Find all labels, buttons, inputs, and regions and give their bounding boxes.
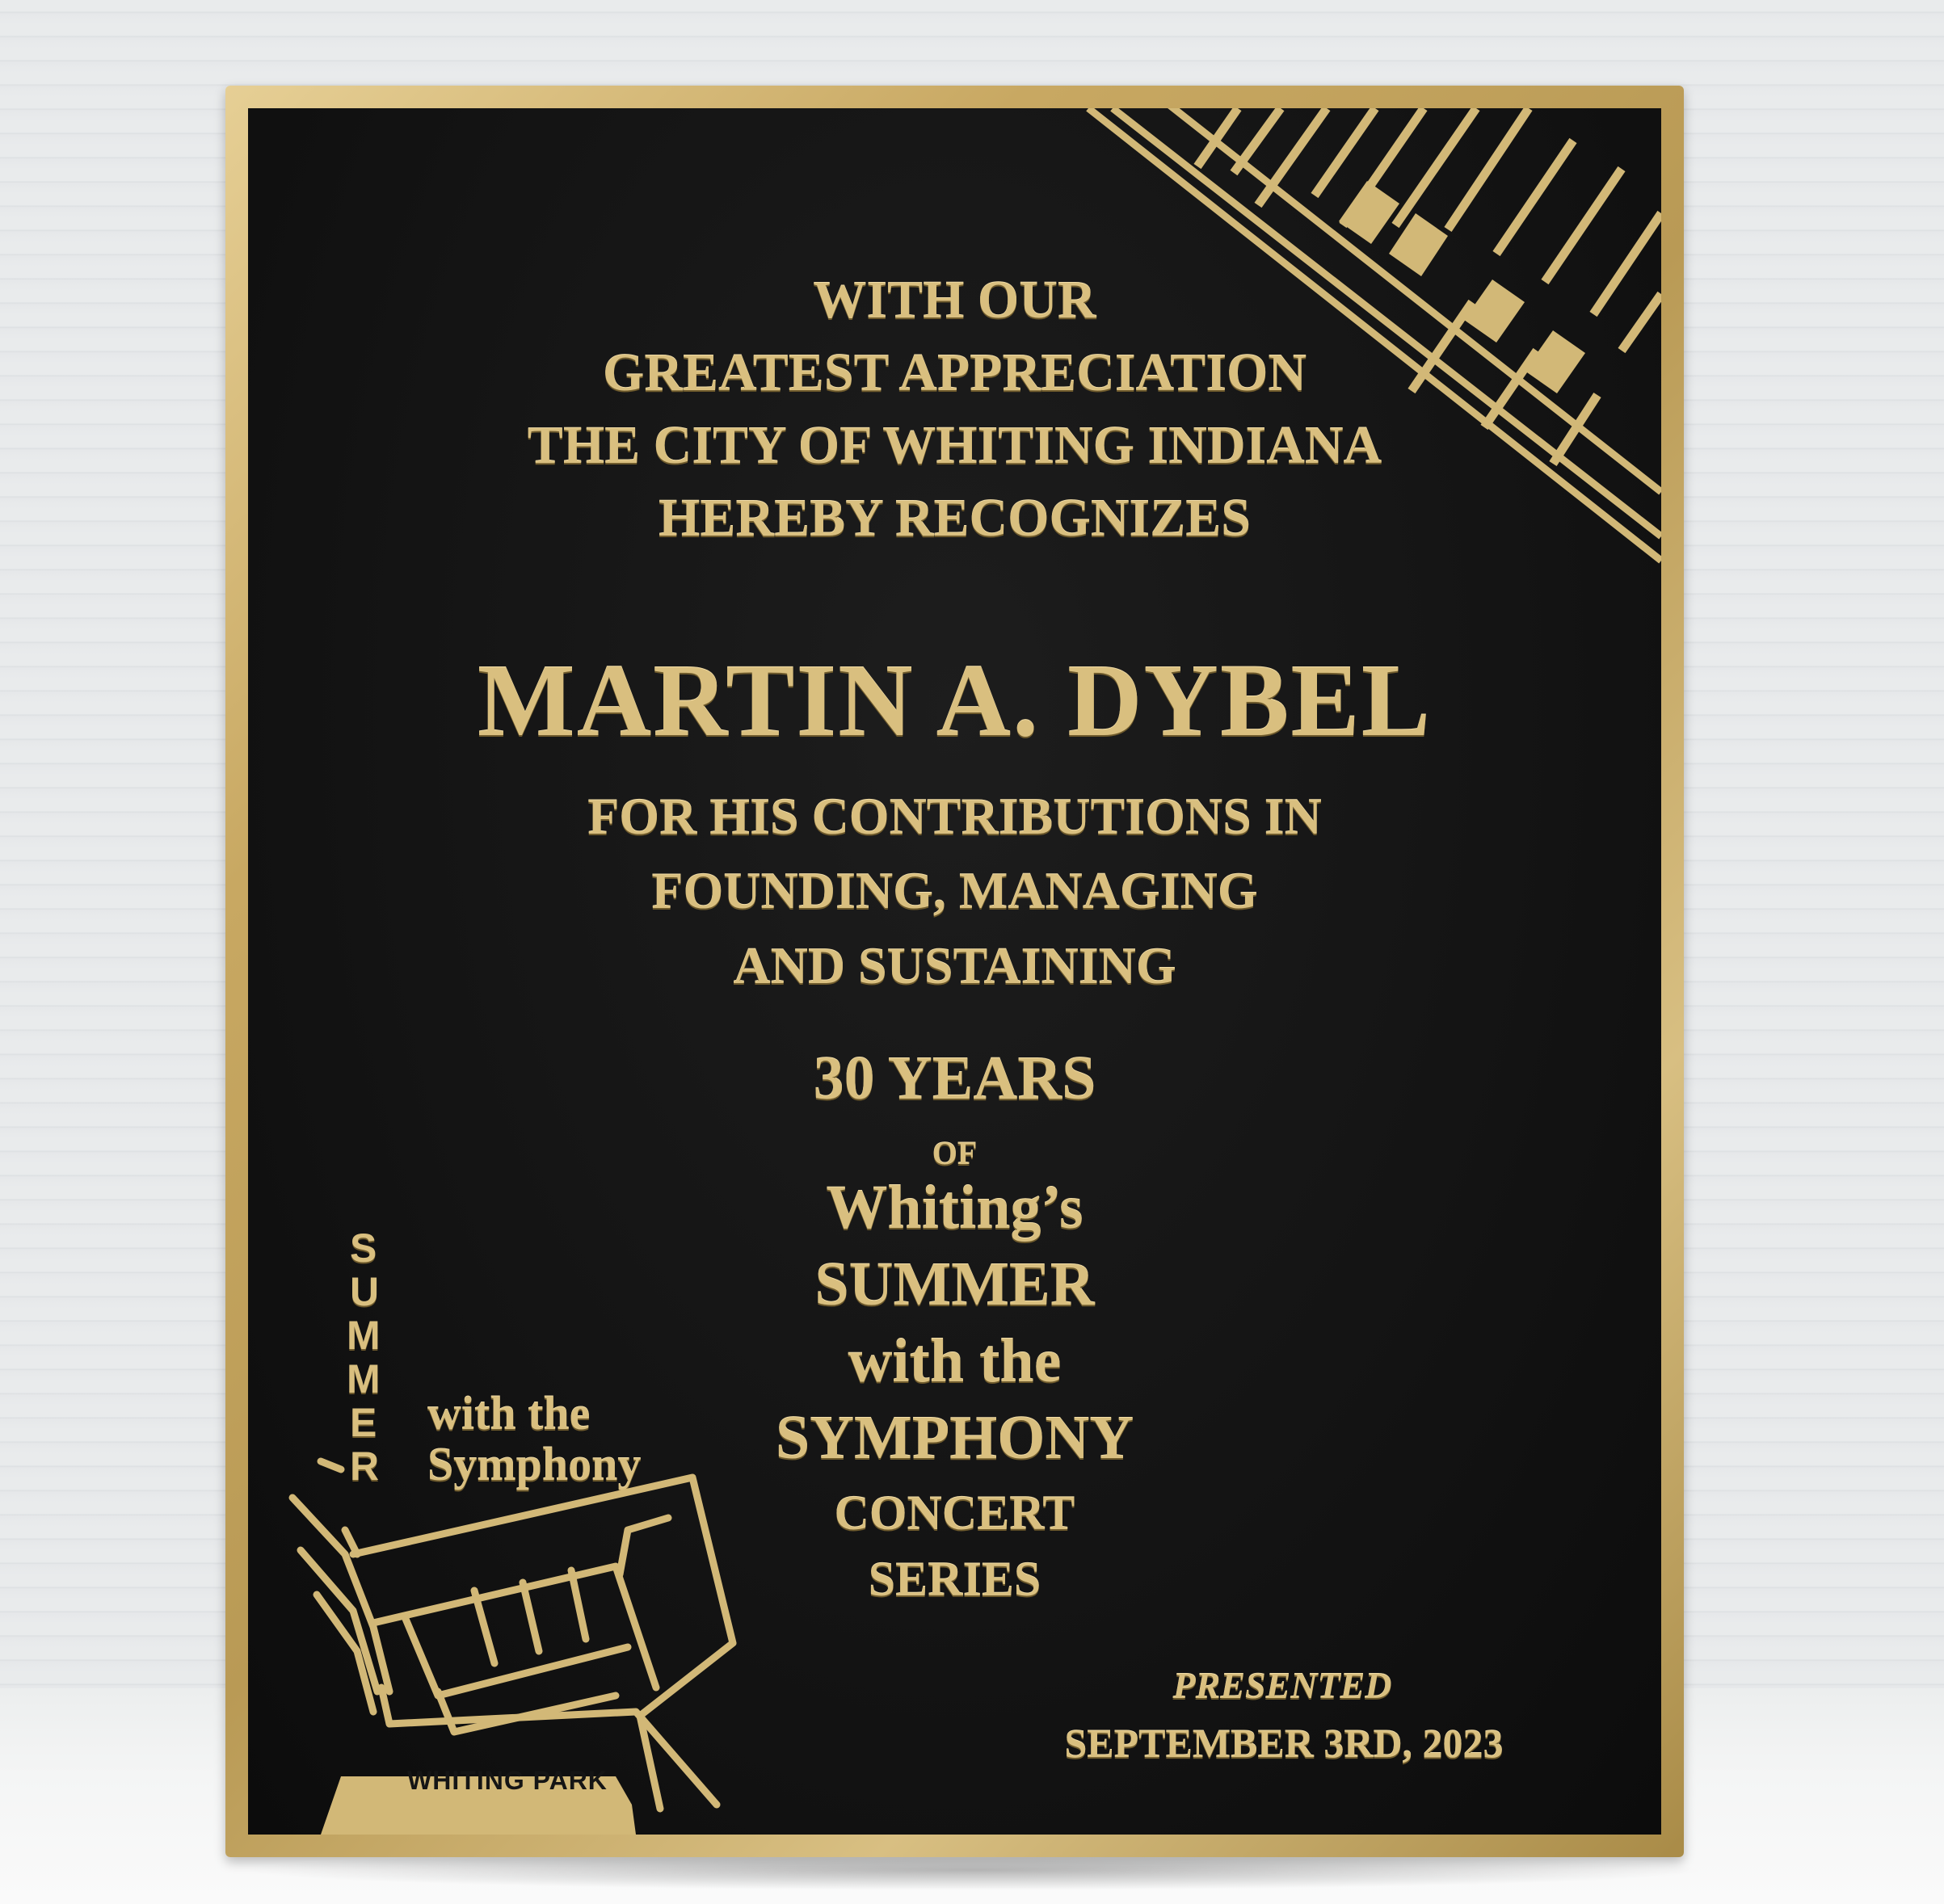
plaque-face: WITH OUR GREATEST APPRECIATION THE CITY … (248, 108, 1661, 1835)
whiting-park-label: WHITING PARK (407, 1766, 608, 1795)
award-plaque: WITH OUR GREATEST APPRECIATION THE CITY … (225, 86, 1684, 1857)
bandshell-icon (288, 1457, 737, 1835)
